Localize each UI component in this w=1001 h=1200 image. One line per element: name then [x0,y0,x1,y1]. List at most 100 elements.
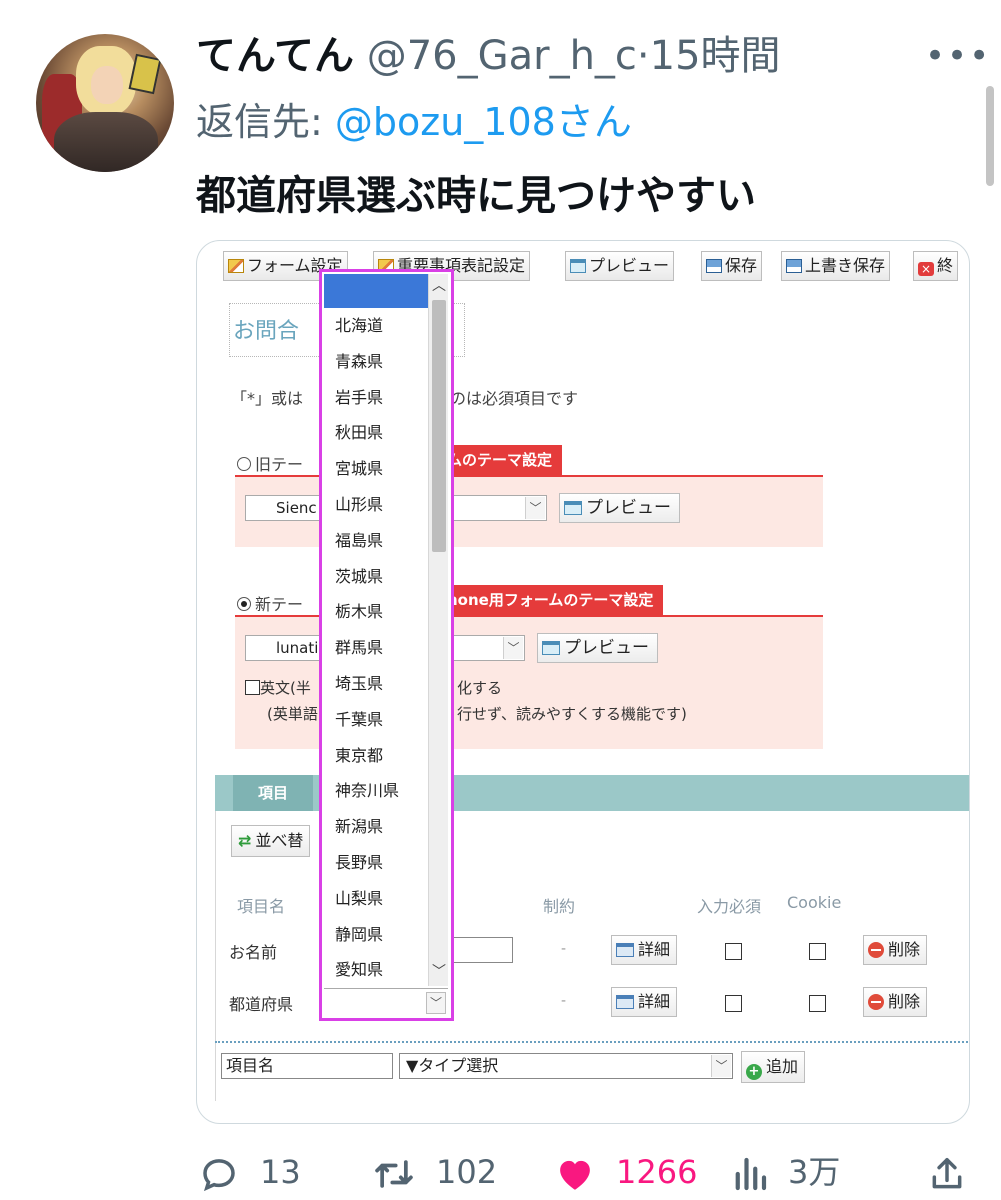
toolbar-label: 終 [937,256,954,275]
view-count: 3万 [788,1153,841,1191]
display-name[interactable]: てんてん [196,33,354,79]
avatar-card [128,53,162,95]
dropdown-option[interactable]: 青森県 [322,344,428,380]
dropdown-option[interactable]: 埼玉県 [322,666,428,702]
tweet-actions: 13 102 1266 3万 [0,1144,1001,1200]
delete-label: 削除 [888,940,921,959]
prefecture-dropdown-list[interactable]: 北海道 青森県 岩手県 秋田県 宮城県 山形県 福島県 茨城県 栃木県 群馬県 … [319,269,454,1021]
minus-circle-icon [868,942,884,958]
toolbar-overwrite-save-button[interactable]: 上書き保存 [781,251,891,281]
dropdown-option[interactable]: 愛知県 [322,952,428,988]
views-chart-icon [735,1157,767,1191]
tab-items[interactable]: 項目 [233,775,313,811]
row-name-delete-button[interactable]: 削除 [863,935,928,965]
page-scrollbar[interactable] [986,86,994,186]
tweet-text: 都道府県選ぶ時に見つけやすい [196,173,756,219]
dropdown-options: 北海道 青森県 岩手県 秋田県 宮城県 山形県 福島県 茨城県 栃木県 群馬県 … [322,308,428,988]
share-icon [932,1158,962,1189]
user-handle[interactable]: @76_Gar_h_c [367,33,637,79]
checkbox[interactable] [245,680,260,695]
dropdown-option[interactable]: 長野県 [322,845,428,881]
toolbar-label: 上書き保存 [805,256,886,275]
toolbar-exit-button[interactable]: × 終 [913,251,959,281]
dropdown-scroll-thumb[interactable] [432,300,446,552]
row-label-name: お名前 [229,943,278,962]
new-theme-radio[interactable]: 新テー [237,591,303,615]
dropdown-option[interactable]: 北海道 [322,308,428,344]
add-item-button[interactable]: + 追加 [741,1051,806,1083]
avatar[interactable] [36,34,174,172]
dropdown-option[interactable]: 福島県 [322,523,428,559]
dropdown-option[interactable]: 岩手県 [322,380,428,416]
dropdown-option[interactable]: 新潟県 [322,809,428,845]
dropdown-option[interactable]: 茨城県 [322,559,428,595]
type-select[interactable]: ▼タイプ選択 ﹀ [399,1053,733,1079]
dropdown-scrollbar[interactable]: ︿ ﹀ [428,274,448,986]
dropdown-option[interactable]: 東京都 [322,738,428,774]
prefecture-select[interactable]: ﹀ [324,988,448,1016]
new-item-name-input[interactable]: 項目名 [221,1053,393,1079]
old-theme-preview-button[interactable]: プレビュー [559,493,680,523]
english-option[interactable]: 英文(半 [245,677,311,698]
row-prefecture-required-checkbox[interactable] [725,995,742,1012]
old-theme-value: Sienc [276,499,317,517]
row-name-required-checkbox[interactable] [725,943,742,960]
retweet-count: 102 [436,1153,498,1191]
shuffle-icon: ⇄ [238,831,252,850]
detail-icon [616,943,634,957]
heart-icon [560,1160,590,1190]
more-options-icon[interactable]: ••• [925,30,991,82]
reply-prefix: 返信先: [196,100,335,144]
dropdown-option[interactable]: 秋田県 [322,415,428,451]
old-theme-radio[interactable]: 旧テー [237,451,303,475]
sort-label: 並べ替 [255,831,304,850]
dropdown-option[interactable]: 宮城県 [322,451,428,487]
timestamp[interactable]: 15時間 [650,33,781,79]
new-theme-preview-button[interactable]: プレビュー [537,633,658,663]
detail-label: 詳細 [638,992,671,1011]
dropdown-option[interactable]: 神奈川県 [322,773,428,809]
retweet-button[interactable]: 102 [372,1144,497,1200]
save-icon [706,259,722,273]
dropdown-option[interactable]: 千葉県 [322,702,428,738]
row-prefecture-cookie-checkbox[interactable] [809,995,826,1012]
save-icon [786,259,802,273]
tweet-media[interactable]: フォーム設定 重要事項表記設定 プレビュー 保存 上書き保存 ×終 お問合ム 「… [196,240,970,1124]
column-header-cookie: Cookie [787,893,842,912]
row-prefecture-detail-button[interactable]: 詳細 [611,987,678,1017]
reply-mention[interactable]: @bozu_108さん [335,100,632,144]
dropdown-option[interactable]: 山梨県 [322,881,428,917]
chevron-down-icon: ﹀ [426,992,446,1014]
required-note-start: 「*」或は [231,389,304,408]
row-name-cookie-checkbox[interactable] [809,943,826,960]
preview-icon [564,501,582,515]
dropdown-selected-blank-option[interactable] [324,274,428,308]
like-button[interactable]: 1266 [554,1144,697,1200]
dropdown-option[interactable]: 山形県 [322,487,428,523]
chevron-down-icon[interactable]: ﹀ [429,962,449,982]
views-button[interactable]: 3万 [732,1144,840,1200]
sort-button[interactable]: ⇄ 並べ替 [231,825,311,857]
detail-icon [616,995,634,1009]
toolbar-preview-button[interactable]: プレビュー [565,251,675,281]
plus-circle-icon: + [746,1064,762,1080]
share-button[interactable] [928,1144,986,1200]
row-prefecture-delete-button[interactable]: 削除 [863,987,928,1017]
dropdown-option[interactable]: 群馬県 [322,630,428,666]
preview-label: プレビュー [586,498,671,518]
row-label-prefecture: 都道府県 [229,995,294,1014]
column-header-constraint: 制約 [543,897,576,916]
row-name-input[interactable] [447,937,513,963]
new-theme-value: lunati [276,639,319,657]
radio-selected-icon [237,597,251,611]
like-count: 1266 [616,1153,698,1191]
row-name-detail-button[interactable]: 詳細 [611,935,678,965]
old-theme-label: 旧テー [255,455,304,474]
toolbar-save-button[interactable]: 保存 [701,251,763,281]
header-separator: · [636,33,650,79]
reply-button[interactable]: 13 [198,1144,301,1200]
chevron-down-icon: ﹀ [525,497,545,519]
dropdown-option[interactable]: 静岡県 [322,917,428,953]
chevron-up-icon[interactable]: ︿ [429,276,449,296]
dropdown-option[interactable]: 栃木県 [322,594,428,630]
